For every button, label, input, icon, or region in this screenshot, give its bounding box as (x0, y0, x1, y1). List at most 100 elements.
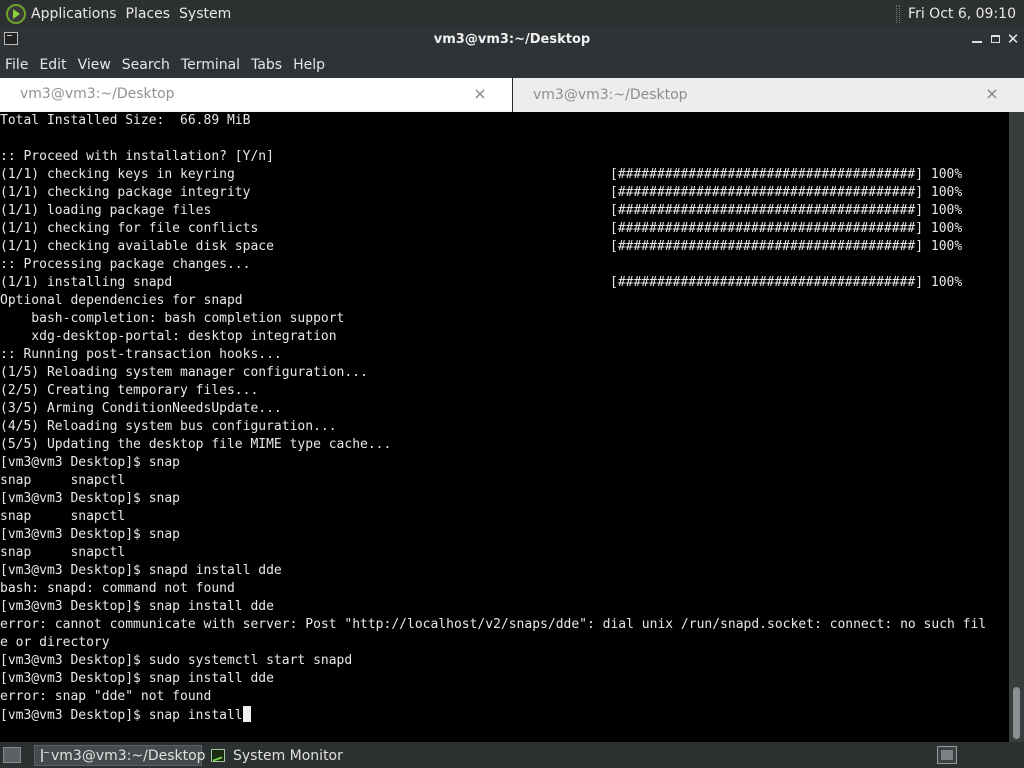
terminal-line: (1/1) checking package integrity [#######… (0, 184, 1009, 202)
terminal-line-text: snap snapctl (0, 473, 126, 488)
terminal-line-text: e or directory (0, 635, 110, 650)
tab-1[interactable]: vm3@vm3:~/Desktop × (0, 78, 512, 112)
terminal-line: [vm3@vm3 Desktop]$ sudo systemctl start … (0, 652, 1009, 670)
terminal-line: snap snapctl (0, 472, 1009, 490)
terminal-line-text: Optional dependencies for snapd (0, 293, 243, 308)
terminal-line: bash: snapd: command not found (0, 580, 1009, 598)
tab-close-icon[interactable]: × (472, 85, 488, 103)
panel-right-area: Fri Oct 6, 09:10 (896, 0, 1024, 27)
system-menu[interactable]: System (179, 6, 231, 22)
bottom-panel: vm3@vm3:~/Desktop System Monitor (0, 742, 1024, 768)
terminal-line: (5/5) Updating the desktop file MIME typ… (0, 436, 1009, 454)
terminal-line-text: (1/1) installing snapd (0, 275, 173, 290)
terminal-line: error: cannot communicate with server: P… (0, 616, 1009, 634)
terminal-line-text: [vm3@vm3 Desktop]$ sudo systemctl start … (0, 653, 353, 668)
places-menu[interactable]: Places (126, 6, 171, 22)
menu-help[interactable]: Help (293, 57, 325, 73)
progress-bar-text: [######################################]… (610, 167, 963, 182)
terminal-prompt-text: [vm3@vm3 Desktop]$ snap install (0, 708, 243, 723)
terminal-window-icon[interactable] (4, 32, 18, 45)
terminal-line-text: (3/5) Arming ConditionNeedsUpdate... (0, 401, 282, 416)
terminal-line-text: (1/1) checking package integrity (0, 185, 251, 200)
terminal-line-text: (4/5) Reloading system bus configuration… (0, 419, 337, 434)
terminal-line: [vm3@vm3 Desktop]$ snap (0, 526, 1009, 544)
terminal-cursor (242, 706, 251, 722)
scrollbar-thumb[interactable] (1013, 687, 1020, 739)
terminal-line-text: (1/1) loading package files (0, 203, 212, 218)
terminal-line: xdg-desktop-portal: desktop integration (0, 328, 1009, 346)
terminal-line: (1/1) checking keys in keyring [#########… (0, 166, 1009, 184)
menu-search[interactable]: Search (122, 57, 170, 73)
tab-label: vm3@vm3:~/Desktop (533, 87, 688, 103)
progress-bar-text: [######################################]… (610, 185, 963, 200)
system-monitor-icon (211, 749, 225, 762)
top-panel: Applications Places System Fri Oct 6, 09… (0, 0, 1024, 27)
show-desktop-icon[interactable] (3, 747, 21, 763)
terminal-line: bash-completion: bash completion support (0, 310, 1009, 328)
terminal-line: error: snap "dde" not found (0, 688, 1009, 706)
menu-edit[interactable]: Edit (39, 57, 66, 73)
terminal-line: :: Processing package changes... (0, 256, 1009, 274)
panel-separator (896, 4, 901, 23)
taskbar-item-terminal[interactable]: vm3@vm3:~/Desktop (34, 745, 206, 766)
terminal-line: e or directory (0, 634, 1009, 652)
window-titlebar[interactable]: vm3@vm3:~/Desktop ✕ (0, 27, 1024, 52)
terminal-line: (4/5) Reloading system bus configuration… (0, 418, 1009, 436)
tab-close-icon[interactable]: × (984, 85, 1000, 103)
close-window-button[interactable]: ✕ (1004, 30, 1022, 48)
terminal-line: snap snapctl (0, 544, 1009, 562)
progress-bar-text: [######################################]… (610, 239, 963, 254)
terminal-line-text: snap snapctl (0, 545, 126, 560)
tab-bar: vm3@vm3:~/Desktop × vm3@vm3:~/Desktop × (0, 78, 1024, 112)
terminal-line-text: (1/1) checking available disk space (0, 239, 274, 254)
menu-file[interactable]: File (5, 57, 28, 73)
terminal-line-text: (1/1) checking for file conflicts (0, 221, 259, 236)
menubar: File Edit View Search Terminal Tabs Help (0, 52, 1024, 78)
terminal-line: (1/1) loading package files [############… (0, 202, 1009, 220)
terminal-icon (41, 749, 49, 762)
terminal-line-text: (5/5) Updating the desktop file MIME typ… (0, 437, 392, 452)
maximize-button[interactable] (986, 30, 1004, 48)
taskbar-item-system-monitor[interactable]: System Monitor (205, 745, 375, 766)
terminal-line: (2/5) Creating temporary files... (0, 382, 1009, 400)
terminal-line-text: (2/5) Creating temporary files... (0, 383, 259, 398)
terminal-line: :: Running post-transaction hooks... (0, 346, 1009, 364)
applications-menu[interactable]: Applications (31, 6, 117, 22)
menu-view[interactable]: View (78, 57, 111, 73)
minimize-icon (972, 41, 982, 43)
menu-tabs[interactable]: Tabs (251, 57, 282, 73)
terminal-line-text: [vm3@vm3 Desktop]$ snap (0, 527, 181, 542)
terminal-line: (1/1) installing snapd [#################… (0, 274, 1009, 292)
menu-terminal[interactable]: Terminal (181, 57, 240, 73)
terminal-line: [vm3@vm3 Desktop]$ snap (0, 490, 1009, 508)
terminal-line-text: :: Proceed with installation? [Y/n] (0, 149, 274, 164)
terminal-line-text: error: snap "dde" not found (0, 689, 212, 704)
terminal-line: :: Proceed with installation? [Y/n] (0, 148, 1009, 166)
terminal-line: Total Installed Size: 66.89 MiB (0, 112, 1009, 130)
terminal-line-text: [vm3@vm3 Desktop]$ snap install dde (0, 671, 274, 686)
terminal-line-text: error: cannot communicate with server: P… (0, 617, 987, 632)
progress-bar-text: [######################################]… (610, 275, 963, 290)
terminal-line-text: :: Running post-transaction hooks... (0, 347, 282, 362)
terminal-output[interactable]: Total Installed Size: 66.89 MiB:: Procee… (0, 112, 1009, 742)
terminal-line-text: (1/5) Reloading system manager configura… (0, 365, 368, 380)
terminal-scrollbar[interactable] (1009, 112, 1024, 742)
terminal-line-text: [vm3@vm3 Desktop]$ snapd install dde (0, 563, 282, 578)
terminal-line-text: bash: snapd: command not found (0, 581, 235, 596)
terminal-prompt-line[interactable]: [vm3@vm3 Desktop]$ snap install (0, 706, 1009, 724)
terminal-line: (3/5) Arming ConditionNeedsUpdate... (0, 400, 1009, 418)
tab-label: vm3@vm3:~/Desktop (20, 86, 175, 102)
terminal-line-text: :: Processing package changes... (0, 257, 251, 272)
terminal-line-text: Total Installed Size: 66.89 MiB (0, 113, 251, 128)
terminal-line-text: [vm3@vm3 Desktop]$ snap (0, 455, 181, 470)
terminal-line-text: xdg-desktop-portal: desktop integration (0, 329, 337, 344)
terminal-line-text: snap snapctl (0, 509, 126, 524)
tab-2[interactable]: vm3@vm3:~/Desktop × (513, 78, 1024, 112)
distro-logo-icon[interactable] (6, 3, 26, 24)
workspace-switcher[interactable] (937, 746, 957, 764)
minimize-button[interactable] (968, 30, 986, 48)
terminal-line-text: bash-completion: bash completion support (0, 311, 345, 326)
terminal-line: (1/1) checking available disk space [####… (0, 238, 1009, 256)
clock[interactable]: Fri Oct 6, 09:10 (908, 6, 1016, 22)
